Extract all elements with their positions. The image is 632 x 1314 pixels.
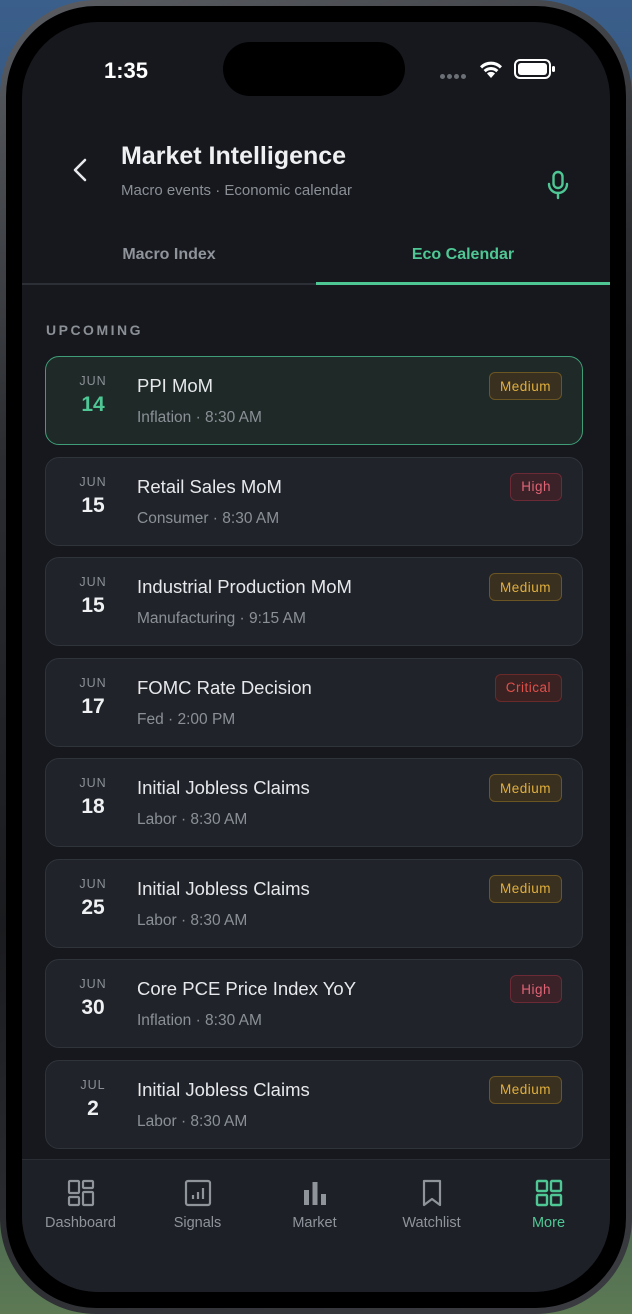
- page-subtitle: Macro events · Economic calendar: [121, 182, 352, 199]
- nav-item-more[interactable]: More: [490, 1160, 607, 1240]
- event-month: JUN: [79, 474, 107, 489]
- event-meta: Manufacturing · 9:15 AM: [137, 610, 306, 627]
- event-card[interactable]: JUN 17 FOMC Rate Decision Fed · 2:00 PM …: [45, 657, 583, 747]
- dashboard-icon: [67, 1179, 94, 1207]
- event-date: JUN 17: [46, 659, 140, 746]
- event-month: JUL: [80, 1077, 106, 1092]
- nav-label: Watchlist: [402, 1215, 461, 1231]
- nav-label: Signals: [173, 1215, 222, 1231]
- section-label-upcoming: UPCOMING: [46, 322, 143, 338]
- event-date: JUN 14: [46, 357, 140, 444]
- impact-badge: Medium: [488, 1075, 562, 1104]
- tab-bar: Macro Index Eco Calendar: [22, 227, 610, 285]
- event-meta: Consumer · 8:30 AM: [137, 509, 280, 527]
- nav-item-signals[interactable]: Signals: [139, 1160, 256, 1240]
- event-name: PPI MoM: [137, 375, 214, 396]
- impact-badge: Medium: [488, 774, 562, 802]
- impact-badge: Critical: [494, 673, 562, 702]
- event-day: 30: [81, 996, 105, 1019]
- event-meta: Labor · 8:30 AM: [137, 1112, 248, 1130]
- bar-chart-icon: [303, 1182, 326, 1205]
- app-header: Market Intelligence Macro events · Econo…: [22, 130, 610, 220]
- cellular-signal-icon: [440, 74, 466, 79]
- event-name: Retail Sales MoM: [137, 475, 282, 497]
- event-card[interactable]: JUN 30 Core PCE Price Index YoY Inflatio…: [45, 959, 583, 1048]
- event-date: JUN 25: [46, 860, 140, 947]
- battery-icon: [514, 59, 555, 79]
- tab-eco-calendar[interactable]: Eco Calendar: [316, 227, 610, 285]
- event-day: 17: [81, 694, 105, 718]
- event-name: Initial Jobless Claims: [137, 777, 310, 798]
- event-card[interactable]: JUN 25 Initial Jobless Claims Labor · 8:…: [45, 858, 583, 948]
- impact-badge: Medium: [488, 573, 562, 601]
- event-date: JUN 30: [46, 960, 140, 1047]
- event-meta: Labor · 8:30 AM: [137, 911, 248, 929]
- event-date: JUN 15: [46, 558, 140, 645]
- microphone-icon[interactable]: [544, 170, 572, 200]
- event-month: JUN: [79, 876, 107, 891]
- wifi-icon: [480, 61, 502, 78]
- event-date: JUL 2: [46, 1061, 140, 1148]
- status-time: 1:35: [104, 58, 149, 83]
- nav-item-watchlist[interactable]: Watchlist: [373, 1160, 490, 1240]
- event-name: Initial Jobless Claims: [137, 1078, 310, 1100]
- phone-frame: 1:35 Market Intelligence Macro events · …: [0, 0, 632, 1314]
- bookmark-icon: [422, 1179, 441, 1207]
- event-name: Industrial Production MoM: [137, 576, 352, 597]
- event-day: 18: [81, 795, 105, 818]
- event-name: Initial Jobless Claims: [137, 877, 310, 899]
- event-meta: Inflation · 8:30 AM: [137, 409, 262, 426]
- impact-badge: Medium: [488, 874, 562, 903]
- event-month: JUN: [79, 977, 107, 991]
- event-card[interactable]: JUL 2 Initial Jobless Claims Labor · 8:3…: [45, 1059, 583, 1149]
- page-title: Market Intelligence: [121, 142, 347, 170]
- event-date: JUN 18: [46, 759, 140, 846]
- event-month: JUN: [79, 675, 107, 690]
- dynamic-island: [223, 42, 405, 96]
- event-month: JUN: [79, 575, 107, 589]
- event-month: JUN: [79, 776, 107, 790]
- tab-macro-index[interactable]: Macro Index: [22, 227, 316, 283]
- event-month: JUN: [79, 374, 107, 388]
- bottom-nav: Dashboard Signals Market Watchlist More: [22, 1159, 610, 1292]
- screen: 1:35 Market Intelligence Macro events · …: [22, 22, 610, 1292]
- event-name: Core PCE Price Index YoY: [137, 978, 357, 999]
- impact-badge: High: [510, 472, 562, 501]
- event-day: 2: [87, 1096, 99, 1120]
- signals-icon: [184, 1179, 211, 1207]
- back-button[interactable]: [66, 152, 94, 188]
- status-bar: 1:35: [22, 22, 610, 122]
- event-meta: Fed · 2:00 PM: [137, 710, 236, 728]
- event-day: 25: [81, 895, 105, 919]
- event-day: 15: [81, 594, 105, 617]
- chevron-left-icon: [73, 158, 87, 182]
- event-list: JUN 14 PPI MoM Inflation · 8:30 AM Mediu…: [45, 356, 583, 1261]
- event-card[interactable]: JUN 18 Initial Jobless Claims Labor · 8:…: [45, 758, 583, 847]
- event-name: FOMC Rate Decision: [137, 676, 312, 698]
- nav-label: Market: [292, 1215, 337, 1231]
- event-card[interactable]: JUN 15 Retail Sales MoM Consumer · 8:30 …: [45, 456, 583, 546]
- nav-item-dashboard[interactable]: Dashboard: [22, 1160, 139, 1240]
- phone-bezel: 1:35 Market Intelligence Macro events · …: [6, 6, 626, 1308]
- event-card[interactable]: JUN 15 Industrial Production MoM Manufac…: [45, 557, 583, 646]
- event-date: JUN 15: [46, 458, 140, 545]
- event-card[interactable]: JUN 14 PPI MoM Inflation · 8:30 AM Mediu…: [45, 356, 583, 445]
- nav-item-market[interactable]: Market: [256, 1160, 373, 1240]
- impact-badge: Medium: [488, 372, 562, 400]
- nav-label: Dashboard: [45, 1215, 116, 1231]
- event-meta: Inflation · 8:30 AM: [137, 1012, 262, 1029]
- impact-badge: High: [510, 975, 562, 1003]
- event-day: 15: [81, 493, 105, 517]
- event-meta: Labor · 8:30 AM: [137, 811, 248, 828]
- grid-icon: [535, 1179, 562, 1207]
- nav-label: More: [531, 1215, 566, 1231]
- event-day: 14: [81, 393, 105, 416]
